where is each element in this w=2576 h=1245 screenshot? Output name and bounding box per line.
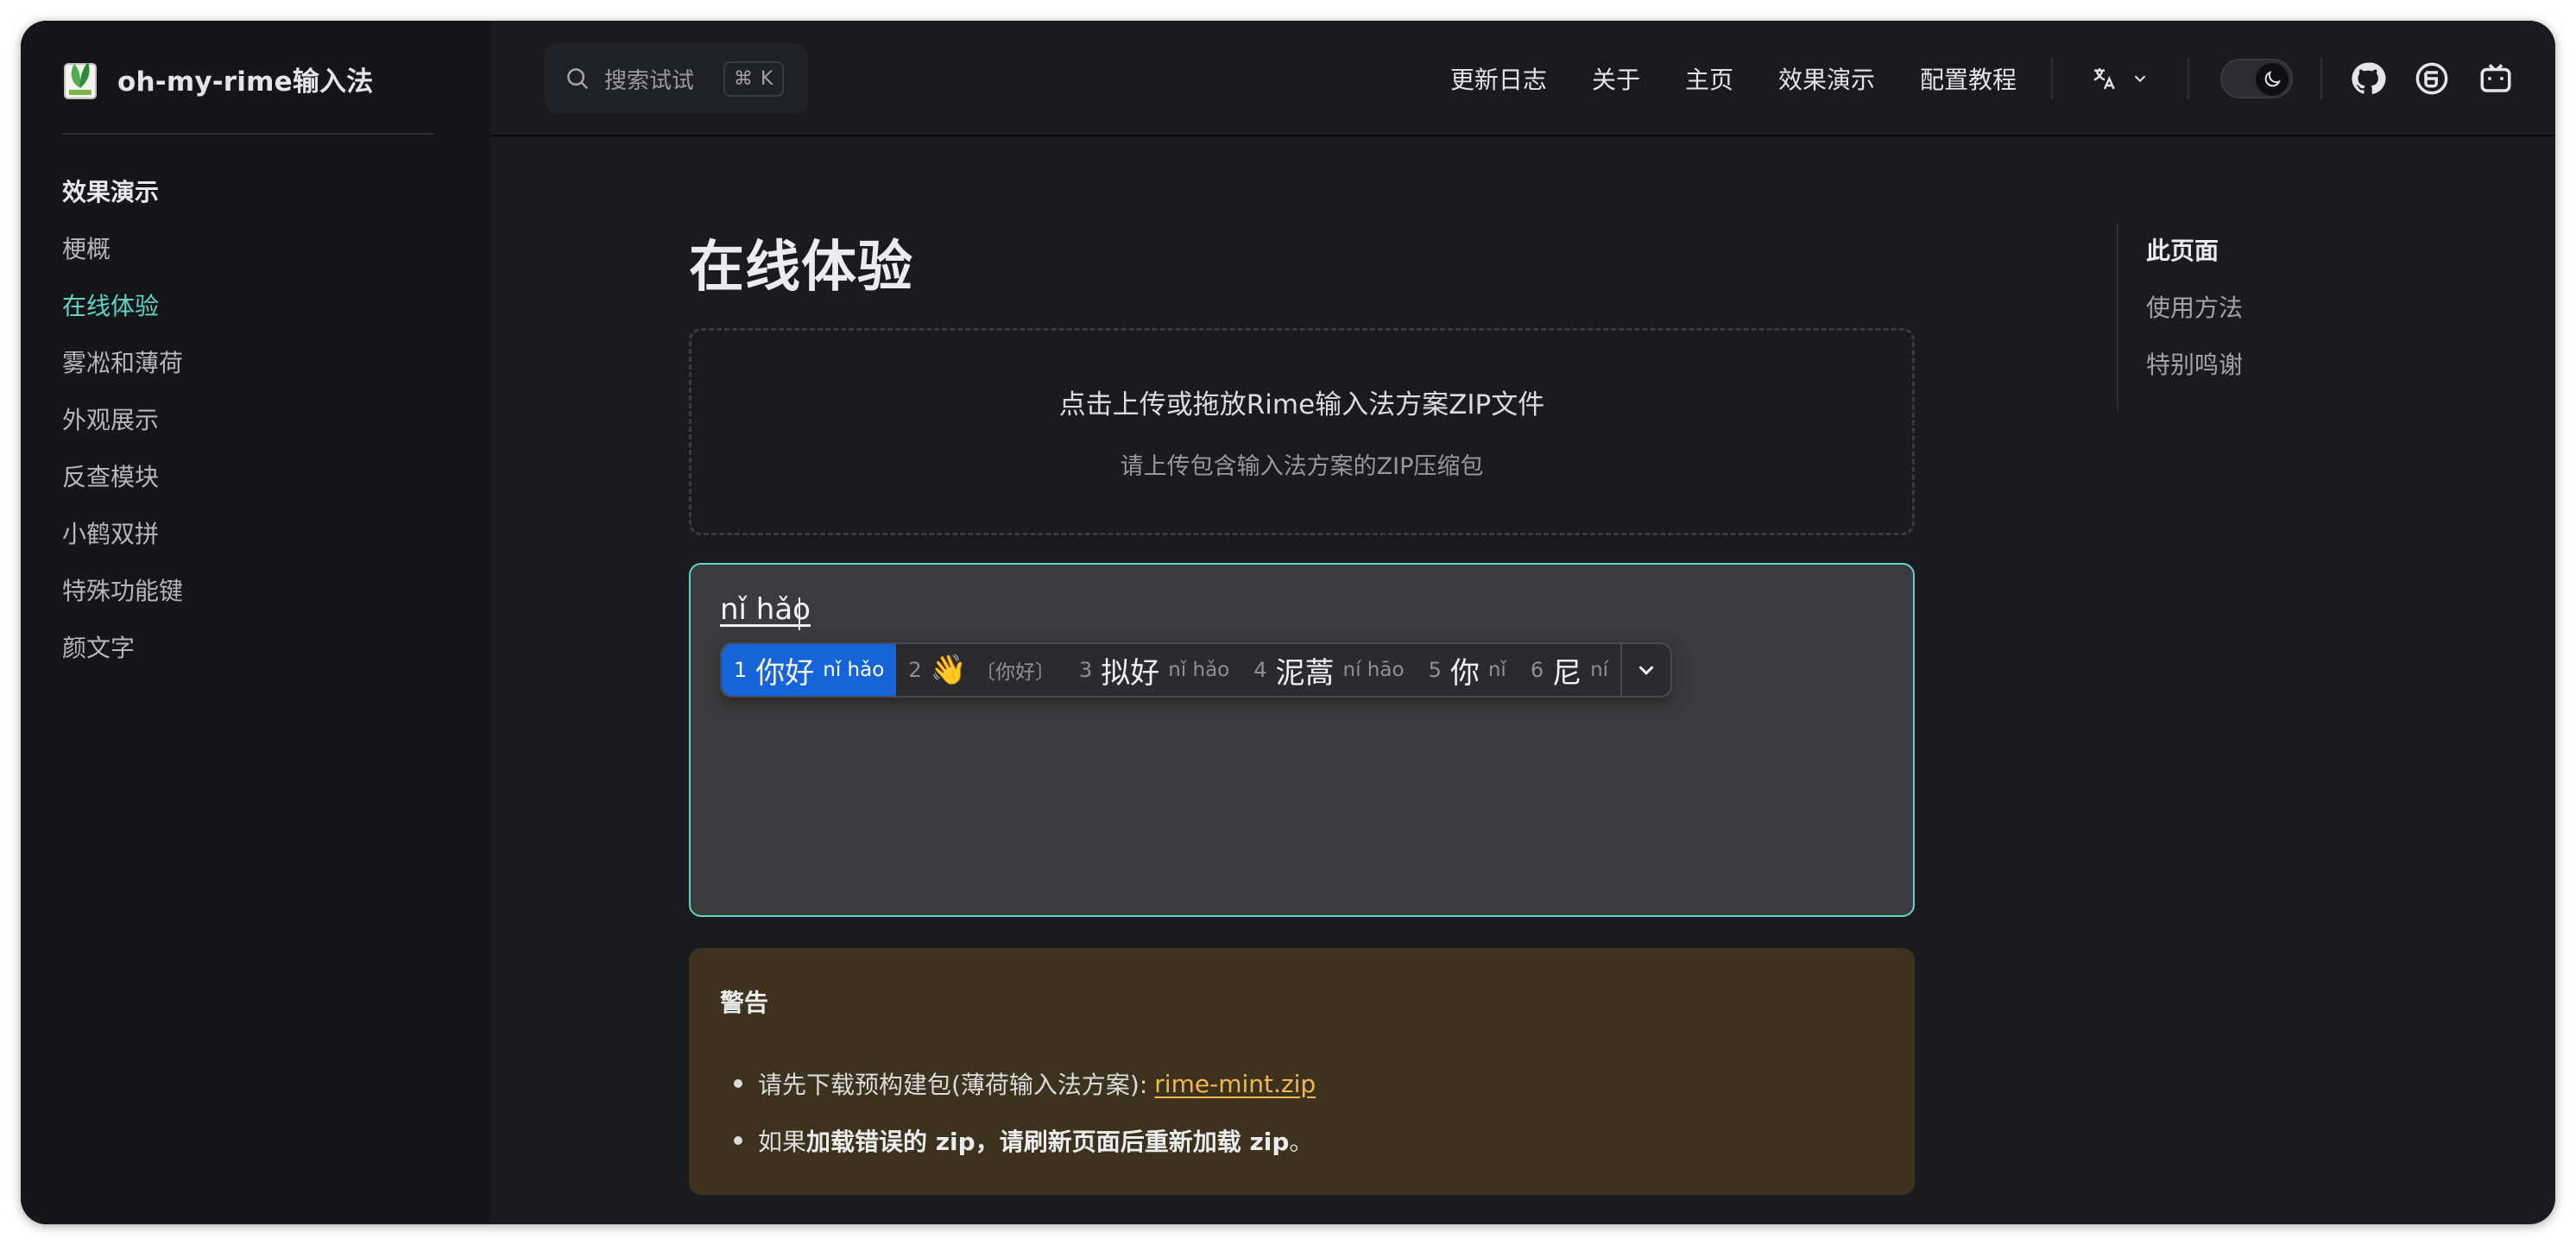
brand[interactable]: oh-my-rime输入法 [62, 55, 373, 102]
app-logo-icon [64, 62, 97, 99]
warning-item-bold: 加载错误的 zip，请刷新页面后重新加载 zip [806, 1128, 1290, 1156]
warning-item-text: 如果 [758, 1128, 807, 1156]
gitee-icon[interactable] [2414, 60, 2450, 97]
candidate-index: 3 [1078, 658, 1093, 682]
warning-item-suffix: 。 [1289, 1128, 1314, 1156]
nav-link-demo[interactable]: 效果演示 [1778, 61, 1875, 96]
sidebar-item-overview[interactable]: 梗概 [62, 221, 183, 278]
candidate-item[interactable]: 3 拟好 nǐ hǎo [1067, 644, 1241, 696]
nav-link-home[interactable]: 主页 [1685, 61, 1733, 96]
sidebar-item-kaomoji[interactable]: 颜文字 [62, 620, 183, 677]
candidate-index: 5 [1428, 658, 1442, 682]
upload-title: 点击上传或拖放Rime输入法方案ZIP文件 [1058, 389, 1545, 420]
search-shortcut: ⌘ K [723, 60, 785, 97]
search-placeholder: 搜索试试 [604, 67, 695, 94]
bullet [734, 1079, 742, 1088]
candidate-text: 泥蒿 [1275, 655, 1335, 691]
candidate-text: 尼 [1552, 655, 1582, 691]
search-icon [567, 68, 589, 90]
warning-item: 如果 加载错误的 zip，请刷新页面后重新加载 zip 。 [720, 1112, 1316, 1169]
search-button[interactable]: 搜索试试 ⌘ K [544, 43, 808, 114]
candidate-index: 2 [908, 658, 922, 682]
candidate-index: 6 [1530, 658, 1544, 682]
social-links [2350, 60, 2514, 97]
candidate-bar: 1 你好 nǐ hǎo 2 👋 〔你好〕 3 拟好 nǐ hǎo 4 泥蒿 ní… [720, 642, 1673, 698]
warning-item-text: 请先下载预构建包(薄荷输入法方案): [758, 1071, 1148, 1099]
app-window: oh-my-rime输入法 效果演示 梗概 在线体验 雾凇和薄荷 外观展示 反查… [21, 21, 2555, 1224]
sidebar-group-title: 效果演示 [62, 178, 160, 206]
outline-title: 此页面 [2146, 237, 2219, 265]
outline-item-thanks[interactable]: 特别鸣谢 [2146, 337, 2243, 394]
upload-subtitle: 请上传包含输入法方案的ZIP压缩包 [1120, 453, 1484, 480]
translate-icon [2093, 68, 2115, 90]
download-zip-link[interactable]: rime-mint.zip [1154, 1070, 1316, 1098]
top-nav: 更新日志 关于 主页 效果演示 配置教程 [1450, 21, 2555, 136]
sidebar-item-flypy[interactable]: 小鹤双拼 [62, 506, 183, 563]
warning-callout: 警告 请先下载预构建包(薄荷输入法方案): rime-mint.zip 如果 加… [689, 948, 1915, 1195]
candidate-text: 你好 [755, 655, 815, 691]
bilibili-icon[interactable] [2478, 60, 2514, 97]
page-outline: 此页面 使用方法 特别鸣谢 [2117, 223, 2243, 411]
candidate-item[interactable]: 5 你 nǐ [1417, 644, 1518, 696]
nav-divider [2051, 58, 2053, 99]
nav-divider [2188, 58, 2189, 99]
candidate-text: 你 [1449, 655, 1480, 691]
ime-text-area[interactable]: nǐ hǎo 1 你好 nǐ hǎo 2 👋 〔你好〕 3 拟好 nǐ hǎo … [689, 563, 1915, 917]
zip-upload-dropzone[interactable]: 点击上传或拖放Rime输入法方案ZIP文件 请上传包含输入法方案的ZIP压缩包 [689, 328, 1915, 535]
chevron-down-icon [1638, 666, 1654, 675]
page-title: 在线体验 [689, 236, 913, 300]
candidate-item[interactable]: 4 泥蒿 ní hāo [1241, 644, 1416, 696]
sidebar-item-online-demo[interactable]: 在线体验 [62, 278, 183, 335]
sidebar-item-ice-and-mint[interactable]: 雾凇和薄荷 [62, 335, 183, 392]
sidebar: oh-my-rime输入法 效果演示 梗概 在线体验 雾凇和薄荷 外观展示 反查… [21, 21, 490, 1224]
candidate-text: 👋 [930, 653, 967, 687]
sidebar-item-special-keys[interactable]: 特殊功能键 [62, 563, 183, 620]
candidate-index: 4 [1253, 658, 1267, 682]
candidate-text: 拟好 [1101, 655, 1160, 691]
nav-link-guide[interactable]: 配置教程 [1920, 61, 2017, 96]
bullet [734, 1136, 742, 1145]
candidate-item[interactable]: 6 尼 ní [1518, 644, 1620, 696]
candidate-comment: nǐ hǎo [1168, 659, 1230, 681]
sidebar-divider [62, 133, 433, 135]
candidate-comment: ní [1590, 659, 1609, 681]
moon-icon [2264, 71, 2281, 87]
sidebar-nav: 效果演示 梗概 在线体验 雾凇和薄荷 外观展示 反查模块 小鹤双拼 特殊功能键 … [62, 164, 183, 677]
theme-toggle-knob [2256, 63, 2289, 96]
theme-toggle[interactable] [2220, 59, 2293, 98]
text-caret [799, 597, 800, 630]
warning-item: 请先下载预构建包(薄荷输入法方案): rime-mint.zip [720, 1055, 1316, 1112]
github-icon[interactable] [2350, 60, 2386, 97]
warning-list: 请先下载预构建包(薄荷输入法方案): rime-mint.zip 如果 加载错误… [720, 1055, 1316, 1169]
brand-title: oh-my-rime输入法 [117, 66, 374, 98]
language-switcher[interactable] [2091, 65, 2150, 92]
top-bar: 搜索试试 ⌘ K 更新日志 关于 主页 效果演示 配置教程 [490, 21, 2555, 136]
candidate-comment: nǐ hǎo [823, 659, 885, 681]
preedit-text: nǐ hǎo [720, 592, 811, 627]
sidebar-item-reverse-lookup[interactable]: 反查模块 [62, 449, 183, 506]
nav-link-about[interactable]: 关于 [1592, 61, 1640, 96]
nav-divider [2320, 58, 2322, 99]
warning-title: 警告 [720, 989, 769, 1017]
candidate-item[interactable]: 1 你好 nǐ hǎo [722, 644, 897, 696]
candidate-item[interactable]: 2 👋 〔你好〕 [896, 644, 1067, 696]
candidate-comment: ní hāo [1342, 659, 1405, 681]
chevron-down-icon [2134, 75, 2146, 83]
expand-candidates-button[interactable] [1620, 644, 1670, 696]
candidate-comment: 〔你好〕 [975, 661, 1055, 684]
sidebar-item-appearance[interactable]: 外观展示 [62, 392, 183, 449]
nav-link-changelog[interactable]: 更新日志 [1450, 61, 1547, 96]
outline-item-usage[interactable]: 使用方法 [2146, 280, 2243, 337]
candidate-comment: nǐ [1487, 659, 1506, 681]
candidate-index: 1 [734, 658, 748, 682]
